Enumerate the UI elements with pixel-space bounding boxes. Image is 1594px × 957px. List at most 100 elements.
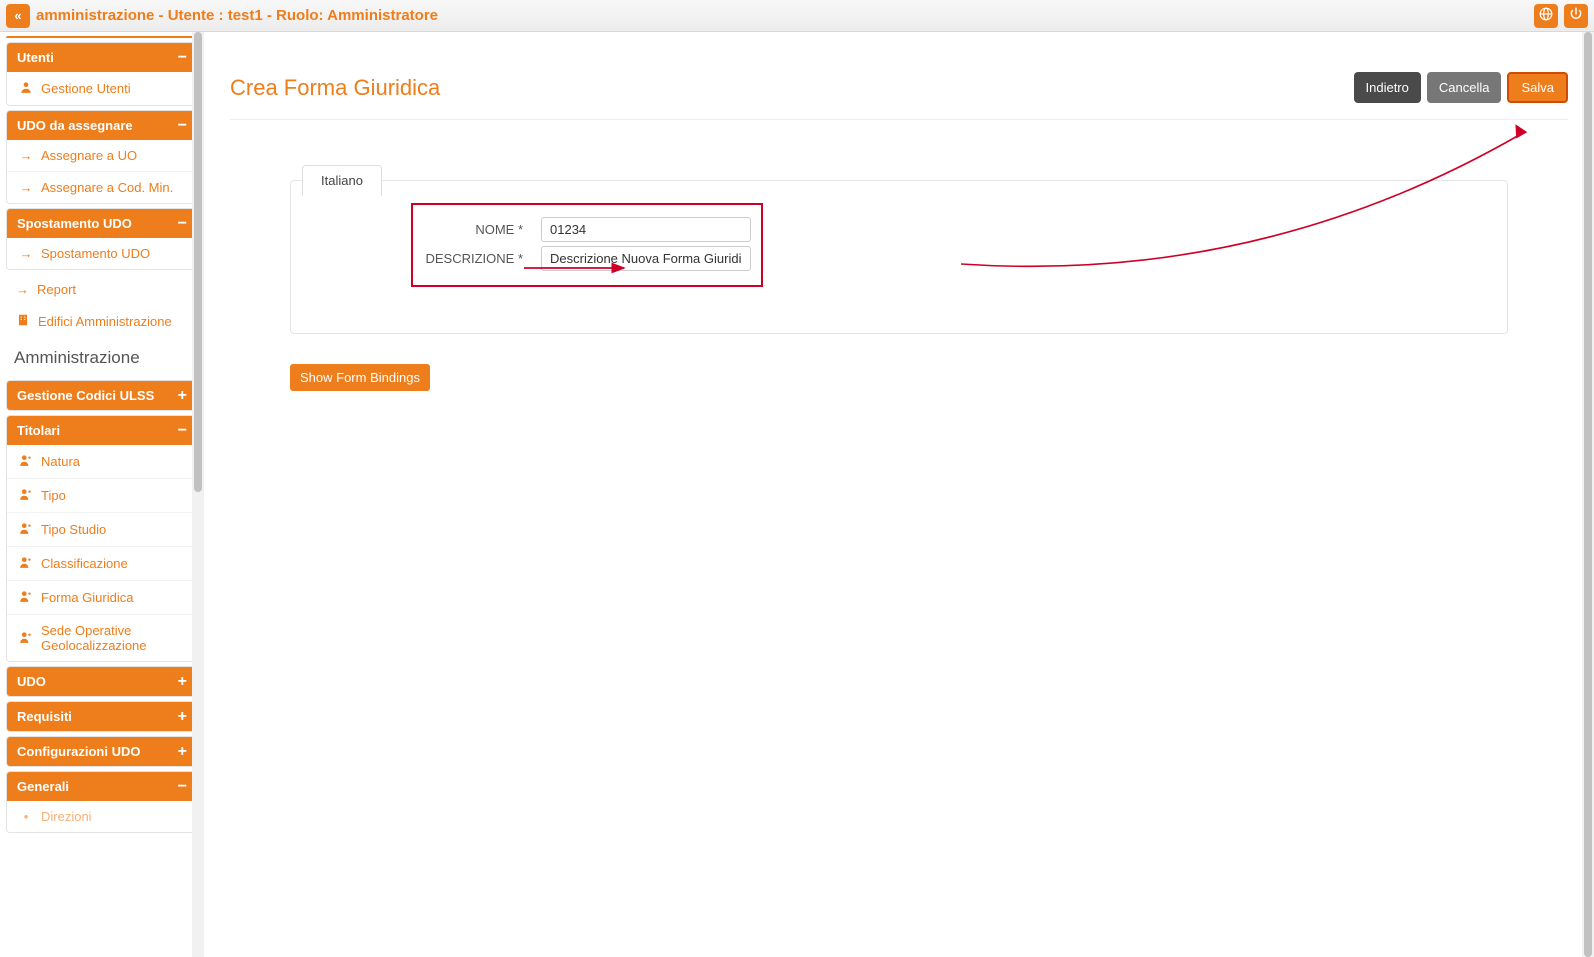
menu-forma-giuridica[interactable]: Forma Giuridica [7, 581, 197, 615]
language-button[interactable] [1534, 4, 1558, 28]
main-scrollbar[interactable] [1582, 32, 1594, 957]
menu-direzioni[interactable]: • Direzioni [7, 801, 197, 832]
menu-label: Tipo Studio [41, 522, 106, 537]
plus-icon: + [178, 677, 187, 687]
menu-label: Sede Operative Geolocalizzazione [41, 623, 185, 653]
user-icon [19, 80, 33, 97]
panel-configurazioni-udo: Configurazioni UDO + [6, 736, 198, 767]
panel-title: Utenti [17, 50, 54, 65]
menu-sede-operative[interactable]: Sede Operative Geolocalizzazione [7, 615, 197, 661]
panel-title: UDO [17, 674, 46, 689]
app-title: amministrazione - Utente : test1 - Ruolo… [36, 7, 438, 24]
descrizione-input[interactable] [541, 246, 751, 271]
arrow-right-icon: → [19, 148, 33, 163]
user-icon [19, 555, 33, 572]
menu-label: Report [37, 282, 76, 297]
plus-icon: + [178, 391, 187, 401]
menu-gestione-utenti[interactable]: Gestione Utenti [7, 72, 197, 105]
page-title: Crea Forma Giuridica [230, 75, 440, 101]
nome-label: NOME * [423, 222, 523, 237]
menu-label: Assegnare a UO [41, 148, 137, 163]
cancella-button[interactable]: Cancella [1427, 72, 1502, 103]
menu-label: Gestione Utenti [41, 81, 131, 96]
panel-title: Configurazioni UDO [17, 744, 141, 759]
panel-title: Gestione Codici ULSS [17, 388, 154, 403]
menu-label: Assegnare a Cod. Min. [41, 180, 173, 195]
panel-header-requisiti[interactable]: Requisiti + [7, 702, 197, 731]
panel-header-udo[interactable]: UDO + [7, 667, 197, 696]
menu-report[interactable]: → Report [6, 274, 198, 305]
sidebar: Utenti − Gestione Utenti UDO da assegnar… [0, 32, 204, 957]
descrizione-label: DESCRIZIONE * [423, 251, 523, 266]
panel-title: Titolari [17, 423, 60, 438]
arrow-right-icon: → [16, 282, 29, 297]
menu-label: Natura [41, 454, 80, 469]
panel-generali: Generali − • Direzioni [6, 771, 198, 833]
user-icon [19, 630, 33, 647]
sidebar-scrollbar[interactable] [192, 32, 204, 957]
annotation-highlight-box: NOME * DESCRIZIONE * [411, 203, 763, 287]
panel-udo-da-assegnare: UDO da assegnare − → Assegnare a UO → As… [6, 110, 198, 204]
menu-tipo-studio[interactable]: Tipo Studio [7, 513, 197, 547]
nome-input[interactable] [541, 217, 751, 242]
menu-assegnare-cod-min[interactable]: → Assegnare a Cod. Min. [7, 172, 197, 203]
menu-natura[interactable]: Natura [7, 445, 197, 479]
menu-edifici-amministrazione[interactable]: Edifici Amministrazione [6, 305, 198, 338]
power-button[interactable] [1564, 4, 1588, 28]
minus-icon: − [178, 219, 187, 229]
minus-icon: − [178, 782, 187, 792]
panel-header-udo-assegnare[interactable]: UDO da assegnare − [7, 111, 197, 140]
panel-title: UDO da assegnare [17, 118, 133, 133]
minus-icon: − [178, 426, 187, 436]
scrollbar-thumb[interactable] [194, 32, 202, 492]
panel-requisiti: Requisiti + [6, 701, 198, 732]
top-bar: « amministrazione - Utente : test1 - Ruo… [0, 0, 1594, 32]
menu-assegnare-uo[interactable]: → Assegnare a UO [7, 140, 197, 172]
panel-title: Spostamento UDO [17, 216, 132, 231]
user-icon [19, 589, 33, 606]
menu-classificazione[interactable]: Classificazione [7, 547, 197, 581]
plus-icon: + [178, 712, 187, 722]
main-content: Crea Forma Giuridica Indietro Cancella S… [204, 32, 1594, 957]
salva-button[interactable]: Salva [1507, 72, 1568, 103]
panel-header-generali[interactable]: Generali − [7, 772, 197, 801]
menu-tipo[interactable]: Tipo [7, 479, 197, 513]
bullet-icon: • [19, 809, 33, 824]
minus-icon: − [178, 121, 187, 131]
form-card: Italiano NOME * DESCRIZIONE * [290, 180, 1508, 334]
indietro-button[interactable]: Indietro [1354, 72, 1421, 103]
panel-gestione-codici-ulss: Gestione Codici ULSS + [6, 380, 198, 411]
panel-udo: UDO + [6, 666, 198, 697]
chevron-left-icon: « [14, 8, 21, 23]
panel-header-spostamento[interactable]: Spostamento UDO − [7, 209, 197, 238]
power-icon [1569, 7, 1583, 24]
menu-label: Spostamento UDO [41, 246, 150, 261]
arrow-right-icon: → [19, 246, 33, 261]
plus-icon: + [178, 747, 187, 757]
panel-title: Generali [17, 779, 69, 794]
menu-label: Forma Giuridica [41, 590, 133, 605]
sidebar-collapsed-stub[interactable] [6, 36, 198, 40]
panel-header-titolari[interactable]: Titolari − [7, 416, 197, 445]
menu-spostamento-udo[interactable]: → Spostamento UDO [7, 238, 197, 269]
panel-header-codici-ulss[interactable]: Gestione Codici ULSS + [7, 381, 197, 410]
menu-label: Edifici Amministrazione [38, 314, 172, 329]
panel-title: Requisiti [17, 709, 72, 724]
menu-label: Classificazione [41, 556, 128, 571]
minus-icon: − [178, 53, 187, 63]
panel-spostamento-udo: Spostamento UDO − → Spostamento UDO [6, 208, 198, 270]
panel-utenti: Utenti − Gestione Utenti [6, 42, 198, 106]
menu-label: Direzioni [41, 809, 92, 824]
arrow-right-icon: → [19, 180, 33, 195]
panel-header-utenti[interactable]: Utenti − [7, 43, 197, 72]
panel-titolari: Titolari − Natura Tipo Tipo Studio Class… [6, 415, 198, 662]
tab-italiano[interactable]: Italiano [302, 165, 382, 196]
scrollbar-thumb[interactable] [1584, 32, 1592, 957]
collapse-sidebar-button[interactable]: « [6, 4, 30, 28]
show-form-bindings-button[interactable]: Show Form Bindings [290, 364, 430, 391]
section-amministrazione: Amministrazione [6, 338, 198, 380]
user-icon [19, 487, 33, 504]
globe-icon [1539, 7, 1553, 24]
building-icon [16, 313, 30, 330]
panel-header-config-udo[interactable]: Configurazioni UDO + [7, 737, 197, 766]
